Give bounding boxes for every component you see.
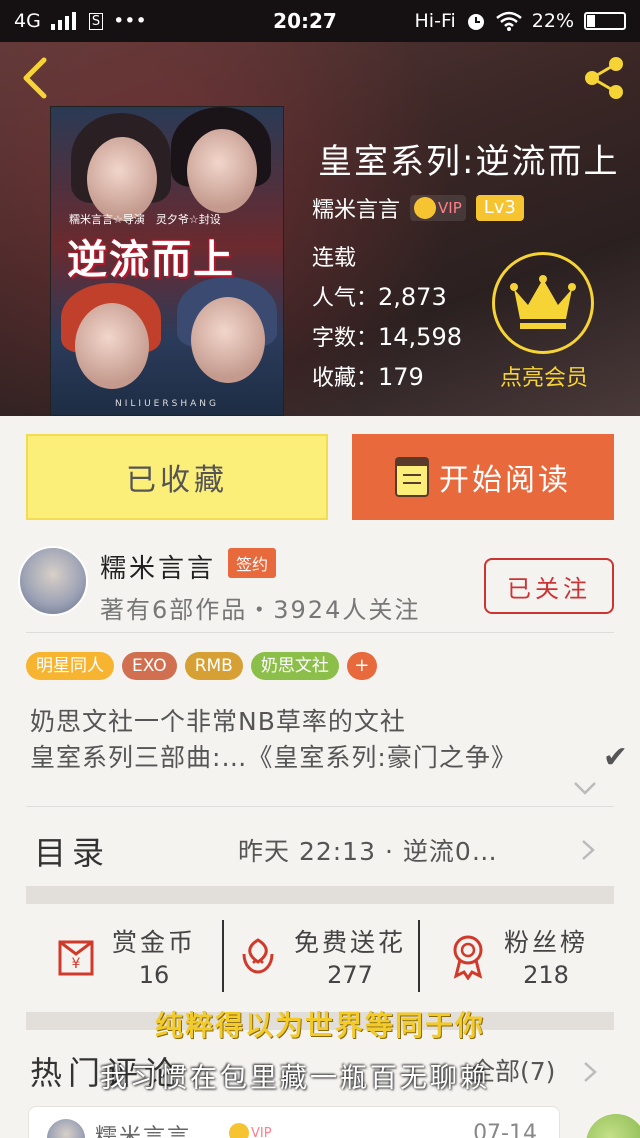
crown-icon: [414, 197, 437, 219]
catalog-update: 昨天 22:13 · 逆流0…: [238, 837, 498, 866]
chevron-right-icon: [582, 1060, 598, 1084]
check-icon: ✔: [602, 740, 628, 775]
popularity-stat: 人气：2,873: [312, 283, 447, 311]
favorite-button[interactable]: 已收藏: [26, 434, 328, 520]
description-line-1: 奶思文社一个非常NB草率的文社: [30, 707, 406, 736]
author-name[interactable]: 糯米言言: [312, 192, 400, 224]
book-stats: 连载 人气：2,873 字数：14,598 收藏：179: [312, 240, 462, 398]
clock: 20:27: [273, 9, 337, 33]
status-bar: 4G S ••• 20:27 Hi-Fi 22%: [0, 0, 640, 42]
reward-flower-label: 免费送花: [293, 928, 406, 957]
lyric-line-2: 我习惯在包里藏一瓶百无聊赖: [100, 1063, 490, 1094]
commenter-name[interactable]: 糯米言言: [95, 1119, 191, 1138]
word-count-stat: 字数：14,598: [312, 323, 462, 351]
catalog-row[interactable]: 目录 昨天 22:13 · 逆流0…: [0, 808, 640, 886]
author-meta: 著有6部作品・3924人关注: [100, 596, 421, 624]
book-cover[interactable]: 糯米言言☆导演 灵夕爷☆封设 逆流而上 NILIUERSHANG: [50, 106, 284, 416]
author-row: 糯米言言 VIP Lv3: [312, 192, 524, 224]
tag-exo[interactable]: EXO: [122, 652, 177, 680]
red-envelope-icon: ¥: [58, 940, 94, 976]
cover-subtitle: 糯米言言☆导演 灵夕爷☆封设: [69, 213, 221, 226]
comment-date: 07-14: [473, 1121, 537, 1138]
cover-title: 逆流而上: [67, 236, 235, 283]
book-icon: [395, 457, 429, 497]
vip-label: VIP: [438, 199, 462, 217]
share-button[interactable]: [580, 54, 628, 102]
tag-list: 明星同人 EXO RMB 奶思文社 +: [26, 652, 377, 680]
battery-fill: [587, 15, 596, 27]
chevron-right-icon: [580, 838, 596, 862]
chevron-down-icon: [574, 782, 596, 795]
tag-rmb[interactable]: RMB: [184, 652, 243, 680]
svg-text:¥: ¥: [72, 956, 81, 972]
medal-icon: [453, 935, 483, 980]
battery-icon: [584, 12, 626, 30]
vip-label: VIP: [251, 1125, 272, 1138]
hifi-label: Hi-Fi: [414, 10, 456, 32]
next-comment-avatar[interactable]: [586, 1114, 640, 1138]
sim-icon: S: [88, 12, 104, 30]
flower-icon: [242, 938, 274, 974]
network-type: 4G: [14, 10, 41, 32]
reward-fans-count: 218: [523, 961, 569, 989]
level-badge: Lv3: [475, 195, 524, 221]
section-separator: [26, 886, 614, 904]
divider: [26, 806, 614, 807]
serial-status: 连载: [312, 246, 357, 271]
reward-coins-label: 赏金币: [111, 928, 196, 957]
book-title: 皇室系列:逆流而上: [318, 142, 620, 182]
more-notifications-icon: •••: [113, 10, 147, 32]
action-bar: 已收藏 开始阅读: [0, 416, 640, 536]
cover-footer: NILIUERSHANG: [115, 399, 219, 409]
expand-button[interactable]: [572, 778, 598, 798]
commenter-avatar[interactable]: [47, 1119, 85, 1138]
author-info: 糯米言言 签约 著有6部作品・3924人关注 已关注: [0, 536, 640, 632]
author-info-name[interactable]: 糯米言言: [100, 548, 216, 585]
crown-icon: [229, 1123, 249, 1138]
reward-flower-button[interactable]: 免费送花 277: [222, 904, 418, 1008]
vip-badge: VIP: [229, 1123, 272, 1138]
member-label: 点亮会员: [499, 366, 588, 391]
reward-coins-button[interactable]: ¥ 赏金币 16: [26, 904, 222, 1008]
back-button[interactable]: [16, 56, 56, 100]
add-tag-button[interactable]: +: [346, 652, 377, 680]
tag-club[interactable]: 奶思文社: [250, 652, 339, 680]
battery-percent: 22%: [531, 10, 574, 32]
favorites-stat: 收藏：179: [312, 363, 424, 391]
start-reading-button[interactable]: 开始阅读: [352, 434, 614, 520]
signed-tag: 签约: [228, 548, 277, 578]
divider: [26, 632, 614, 633]
book-header: 糯米言言☆导演 灵夕爷☆封设 逆流而上 NILIUERSHANG 皇室系列:逆流…: [0, 42, 640, 416]
reward-fans-label: 粉丝榜: [503, 928, 588, 957]
comment-card[interactable]: 糯米言言 VIP 07-14: [28, 1106, 560, 1138]
rewards-bar: ¥ 赏金币 16 免费送花 277 粉丝榜 218: [26, 904, 614, 1008]
catalog-title: 目录: [34, 834, 111, 872]
author-avatar[interactable]: [18, 546, 88, 616]
start-reading-label: 开始阅读: [439, 463, 571, 498]
follow-button[interactable]: 已关注: [484, 558, 614, 614]
member-circle: [492, 252, 594, 354]
member-button[interactable]: 点亮会员: [492, 252, 596, 392]
crown-icon: [510, 275, 576, 329]
wifi-icon: [495, 11, 522, 31]
chevron-left-icon: [23, 57, 47, 99]
signal-icon: [50, 12, 76, 30]
lyric-line-1: 纯粹得以为世界等同于你: [154, 1009, 485, 1042]
reward-fans-button[interactable]: 粉丝榜 218: [418, 904, 614, 1008]
reward-flower-count: 277: [327, 961, 373, 989]
book-description[interactable]: 奶思文社一个非常NB草率的文社 皇室系列三部曲:…《皇室系列:豪门之争》: [30, 704, 630, 776]
reward-coins-count: 16: [138, 961, 170, 989]
vip-badge: VIP: [410, 195, 466, 221]
alarm-icon: [467, 14, 484, 30]
tag-star-fanfic[interactable]: 明星同人: [26, 652, 114, 680]
description-line-2: 皇室系列三部曲:…《皇室系列:豪门之争》: [30, 743, 517, 772]
share-icon: [585, 57, 623, 99]
